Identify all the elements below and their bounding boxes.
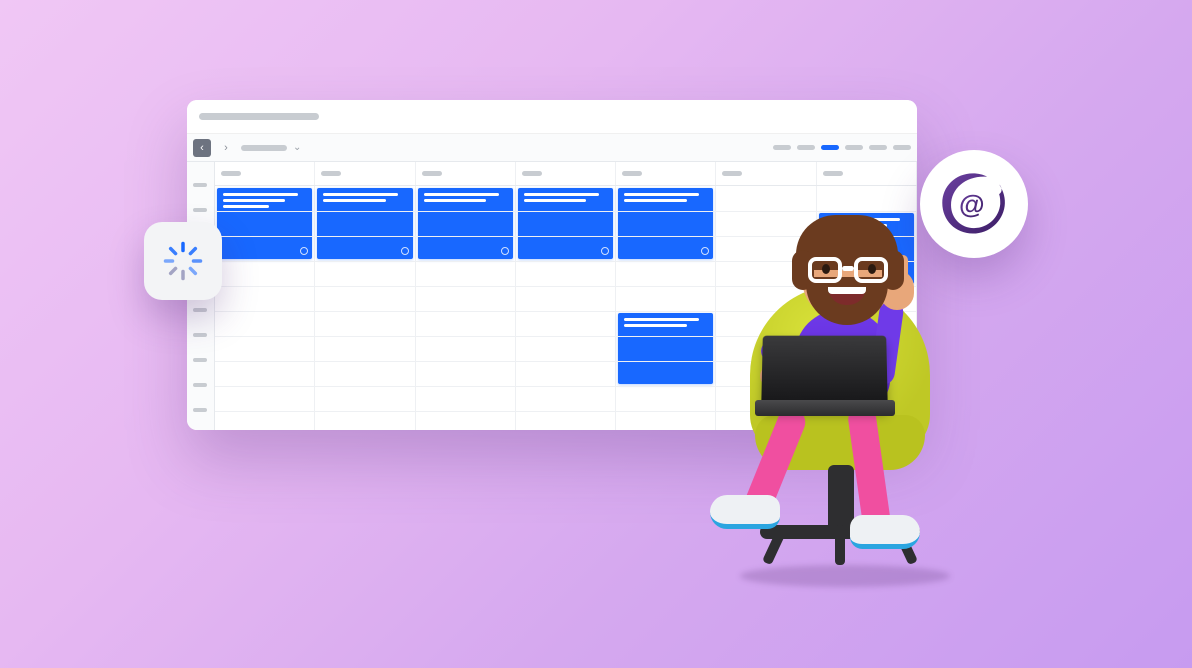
view-option[interactable] xyxy=(893,145,911,150)
day-column[interactable] xyxy=(315,186,415,430)
calendar-event[interactable] xyxy=(418,188,513,259)
view-option[interactable] xyxy=(869,145,887,150)
day-header-cell xyxy=(817,162,917,185)
recurrence-icon xyxy=(601,247,609,255)
shoe-icon xyxy=(850,515,920,549)
view-option[interactable] xyxy=(773,145,791,150)
next-button[interactable]: › xyxy=(217,139,235,157)
view-switch xyxy=(773,145,911,150)
glasses-icon xyxy=(808,257,888,283)
calendar-event[interactable] xyxy=(217,188,312,259)
shoe-icon xyxy=(710,495,780,529)
loading-spinner-icon xyxy=(162,240,204,282)
day-header-cell xyxy=(416,162,516,185)
day-header-cell xyxy=(315,162,415,185)
day-header-cell xyxy=(716,162,816,185)
day-column[interactable] xyxy=(516,186,616,430)
view-option[interactable] xyxy=(797,145,815,150)
laptop-icon xyxy=(761,336,888,410)
window-title xyxy=(199,113,319,120)
prev-button[interactable]: ‹ xyxy=(193,139,211,157)
recurrence-icon xyxy=(501,247,509,255)
day-header-cell xyxy=(215,162,315,185)
calendar-event[interactable] xyxy=(317,188,412,259)
view-option[interactable] xyxy=(845,145,863,150)
window-titlebar xyxy=(187,100,917,134)
calendar-event[interactable] xyxy=(518,188,613,259)
recurrence-icon xyxy=(401,247,409,255)
recurrence-icon xyxy=(300,247,308,255)
day-column[interactable] xyxy=(416,186,516,430)
character-illustration xyxy=(700,215,980,585)
day-header-cell xyxy=(616,162,716,185)
date-range-picker[interactable] xyxy=(241,145,287,151)
day-column[interactable] xyxy=(215,186,315,430)
day-header-row xyxy=(215,162,917,186)
day-header-cell xyxy=(516,162,616,185)
chevron-down-icon[interactable]: ⌄ xyxy=(293,142,301,153)
loading-badge xyxy=(144,222,222,300)
scheduler-toolbar: ‹ › ⌄ xyxy=(187,134,917,162)
view-option[interactable] xyxy=(821,145,839,150)
